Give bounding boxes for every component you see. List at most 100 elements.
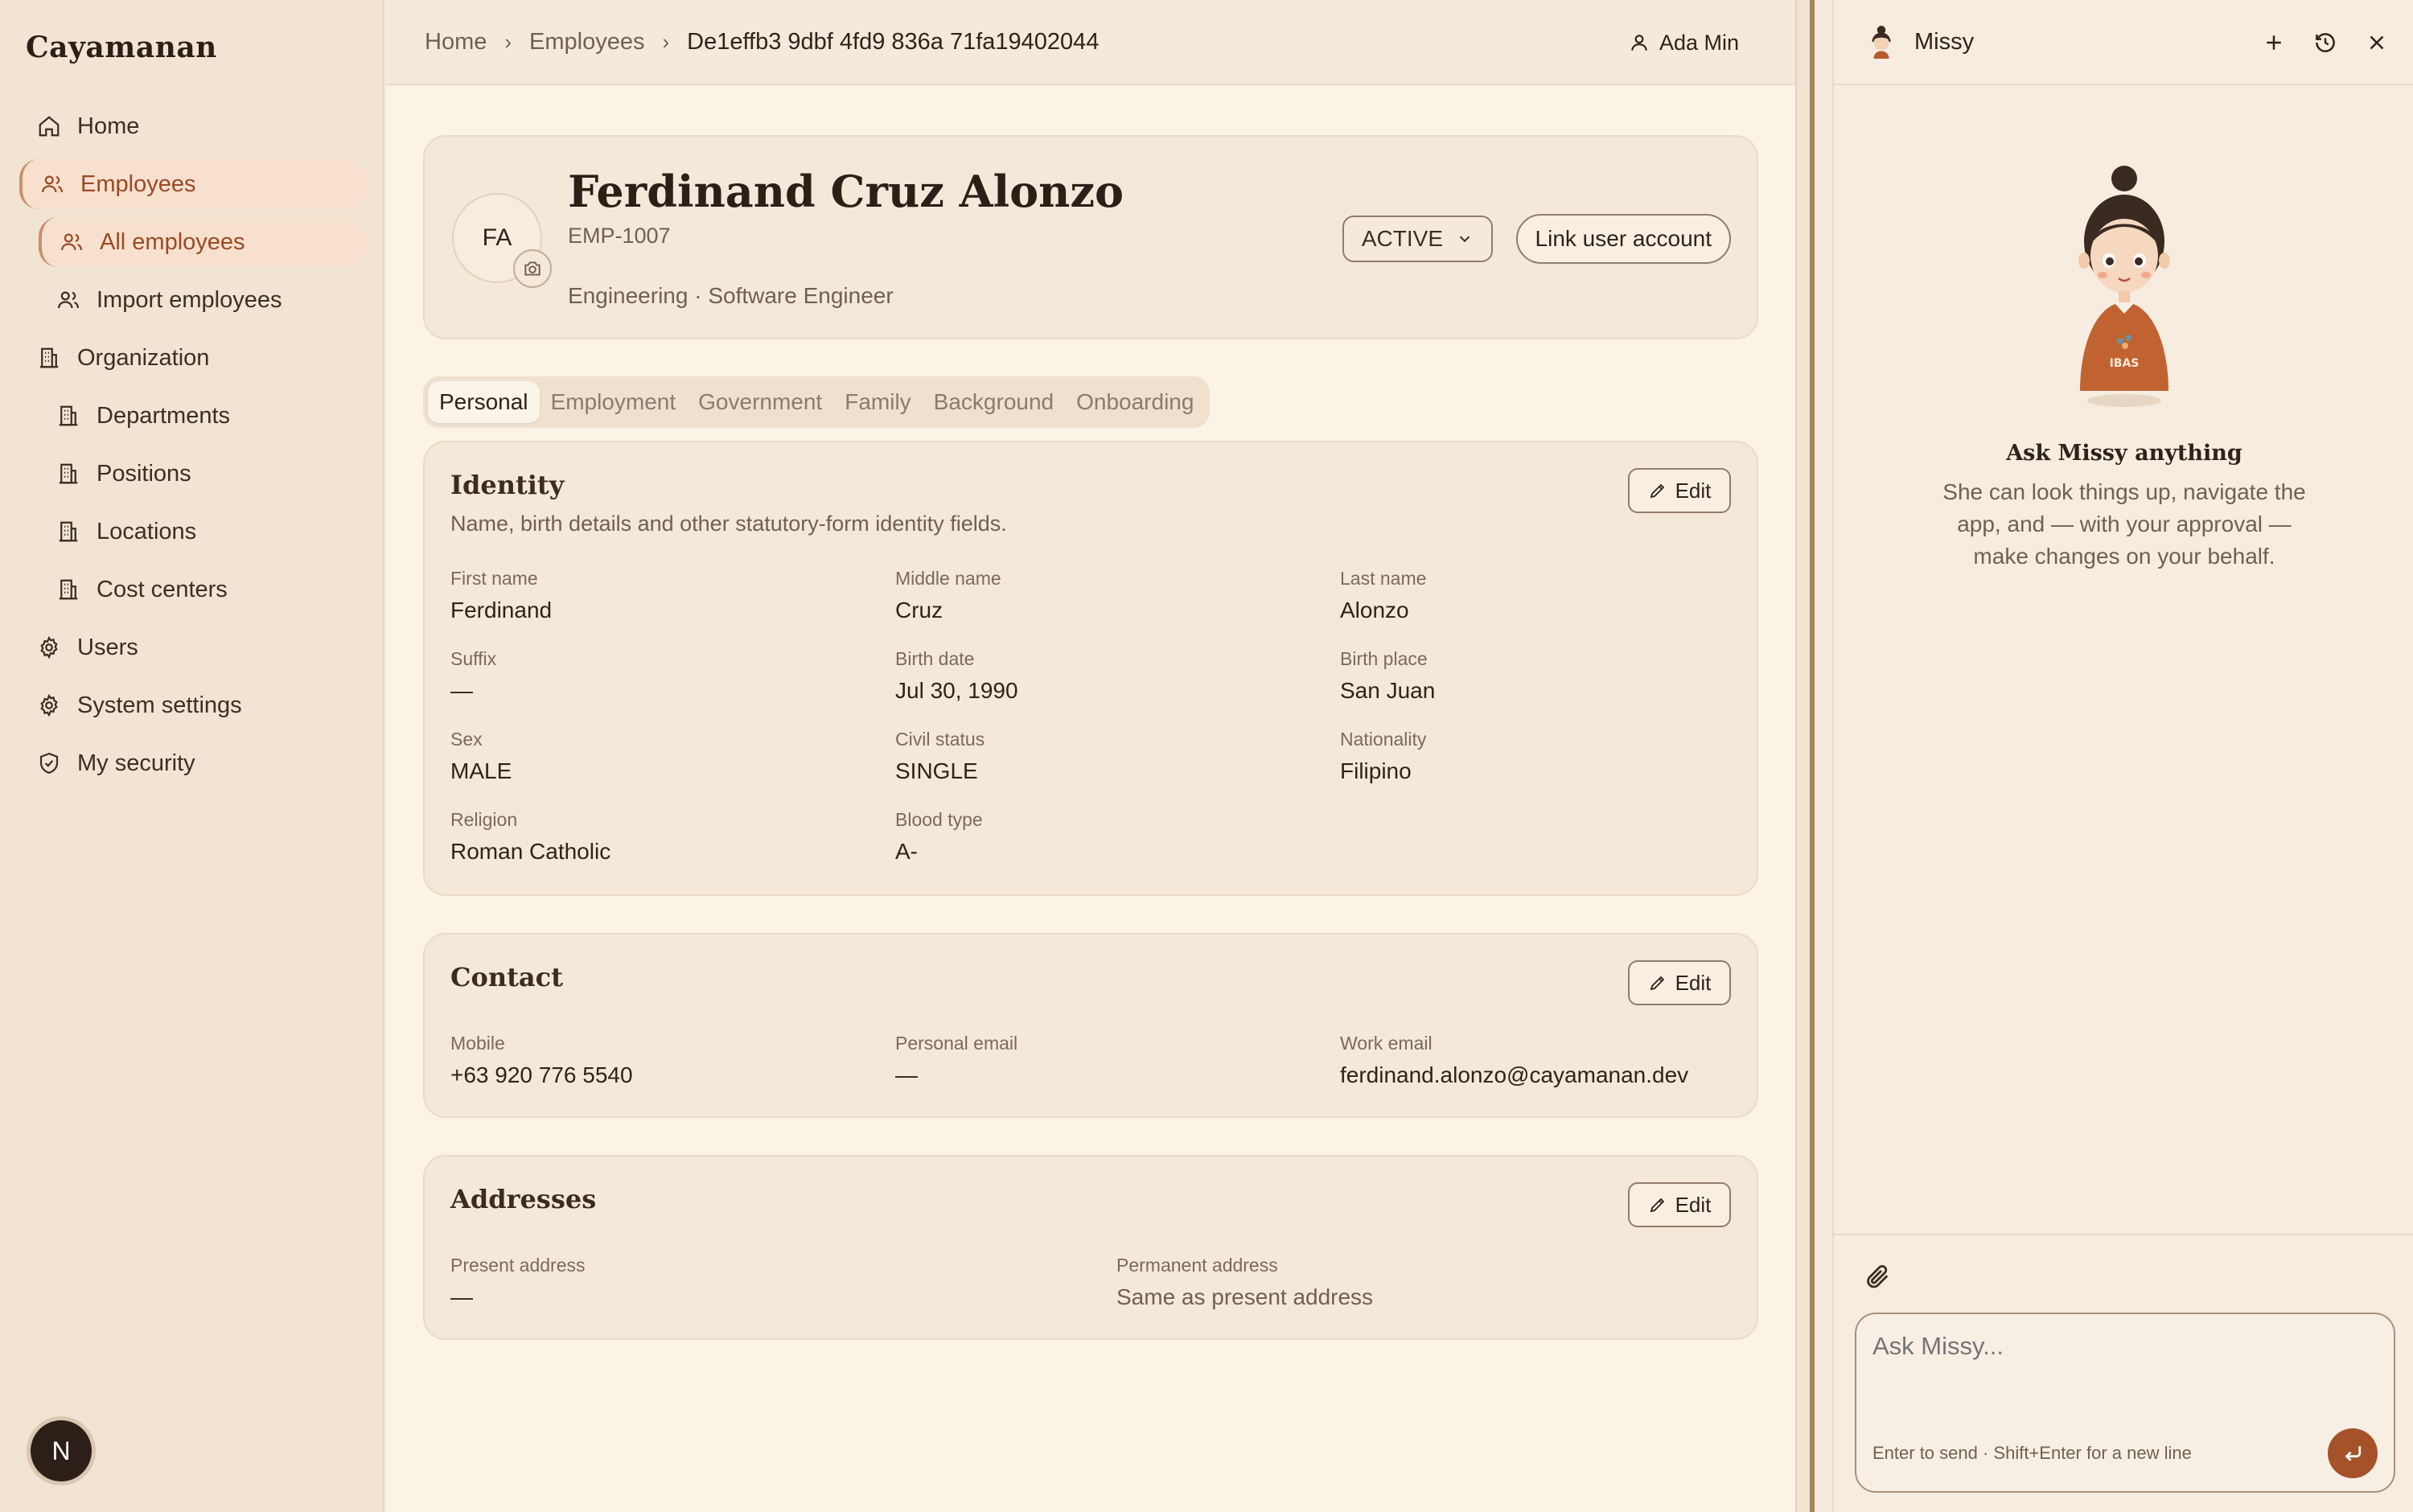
building-icon [56, 404, 80, 428]
addresses-section: Addresses Edit Present address — Permanen… [423, 1155, 1758, 1340]
building-icon [56, 462, 80, 486]
dev-badge-button[interactable]: N [31, 1420, 92, 1481]
gear-icon [37, 635, 61, 659]
sidebar-item-employees[interactable]: Employees [19, 159, 365, 209]
tab-personal[interactable]: Personal [428, 381, 540, 423]
sidebar-item-positions[interactable]: Positions [19, 449, 365, 499]
breadcrumb-employees[interactable]: Employees [529, 29, 644, 55]
field-value: Jul 30, 1990 [895, 678, 1018, 703]
assistant-panel: Missy IBAS Ask Missy anything She can lo… [1832, 0, 2413, 1512]
sidebar-item-label: Positions [97, 460, 191, 487]
edit-label: Edit [1675, 970, 1712, 995]
sidebar-item-my-security[interactable]: My security [19, 738, 365, 788]
tab-employment[interactable]: Employment [540, 381, 688, 423]
field-label: Present address [450, 1255, 586, 1276]
contact-section: Contact Edit Mobile +63 920 776 5540 Pers… [423, 933, 1758, 1118]
sidebar-item-users[interactable]: Users [19, 622, 365, 672]
resize-bar [1810, 0, 1815, 1512]
field-birth-date: Birth date Jul 30, 1990 [895, 648, 1018, 704]
sidebar-item-cost-centers[interactable]: Cost centers [19, 565, 365, 614]
sidebar-item-label: Import employees [97, 286, 282, 313]
sidebar-item-home[interactable]: Home [19, 101, 365, 151]
field-value: San Juan [1340, 678, 1436, 703]
tab-background[interactable]: Background [923, 381, 1065, 423]
users-icon [40, 172, 64, 196]
field-value: +63 920 776 5540 [450, 1062, 633, 1087]
field-label: Suffix [450, 648, 497, 669]
field-label: Sex [450, 729, 483, 750]
employee-header-card: FA Ferdinand Cruz Alonzo EMP-1007 Engine… [423, 135, 1758, 339]
sidebar-item-organization[interactable]: Organization [19, 333, 365, 383]
assistant-subtext: She can look things up, navigate the app… [1942, 479, 2306, 569]
field-present-address: Present address — [450, 1255, 585, 1310]
edit-contact-button[interactable]: Edit [1628, 960, 1731, 1005]
brand-logo[interactable]: Cayamanan [26, 31, 217, 64]
sidebar-item-label: System settings [77, 692, 242, 718]
section-title: Contact [450, 962, 563, 992]
user-icon [1631, 35, 1647, 51]
field-work-email: Work email ferdinand.alonzo@cayamanan.dev [1340, 1033, 1688, 1088]
users-icon [60, 230, 84, 254]
sidebar-item-locations[interactable]: Locations [19, 507, 365, 557]
chat-hint: Enter to send · Shift+Enter for a new li… [1872, 1443, 2192, 1463]
panel-resize-handle[interactable] [1795, 0, 1815, 1512]
tab-onboarding[interactable]: Onboarding [1065, 381, 1205, 423]
field-value: Alonzo [1340, 598, 1409, 622]
missy-mascot-illustration: IBAS [2078, 166, 2170, 407]
sidebar: Cayamanan Home Employees All employees I… [0, 0, 384, 1512]
field-label: Religion [450, 809, 518, 830]
paperclip-icon[interactable] [1864, 1263, 1892, 1290]
sidebar-item-departments[interactable]: Departments [19, 391, 365, 441]
field-label: Civil status [895, 729, 985, 750]
field-label: Birth place [1340, 648, 1428, 669]
field-label: Blood type [895, 809, 983, 830]
shield-icon [37, 751, 61, 775]
send-button[interactable] [2328, 1428, 2378, 1478]
change-photo-button[interactable] [513, 249, 552, 288]
field-personal-email: Personal email — [895, 1033, 1017, 1088]
pencil-icon [1650, 1198, 1664, 1213]
chevron-right-icon: › [504, 29, 512, 54]
user-menu[interactable]: Ada Min [1629, 0, 1739, 85]
edit-addresses-button[interactable]: Edit [1628, 1182, 1731, 1227]
status-select[interactable]: ACTIVE [1342, 216, 1493, 262]
enter-icon [2345, 1446, 2362, 1461]
field-value: Filipino [1340, 758, 1412, 783]
field-mobile: Mobile +63 920 776 5540 [450, 1033, 633, 1088]
assistant-header: Missy [1834, 0, 2413, 85]
sidebar-item-import-employees[interactable]: Import employees [19, 275, 365, 325]
sidebar-item-label: Employees [80, 171, 196, 197]
building-icon [37, 346, 61, 370]
tab-government[interactable]: Government [687, 381, 833, 423]
link-user-account-button[interactable]: Link user account [1515, 214, 1731, 264]
camera-icon [524, 261, 541, 276]
tab-family[interactable]: Family [833, 381, 922, 423]
section-title: Addresses [450, 1184, 597, 1214]
field-last-name: Last name Alonzo [1340, 568, 1426, 623]
sidebar-item-system-settings[interactable]: System settings [19, 680, 365, 730]
chat-input[interactable] [1872, 1332, 2371, 1361]
sidebar-item-label: Locations [97, 518, 197, 544]
home-icon [37, 114, 61, 138]
plus-icon[interactable] [2262, 31, 2286, 55]
field-label: Permanent address [1116, 1255, 1278, 1276]
field-first-name: First name Ferdinand [450, 568, 552, 623]
status-value: ACTIVE [1361, 226, 1443, 251]
topbar: Home › Employees › De1effb3 9dbf 4fd9 83… [386, 0, 1795, 85]
assistant-title: Missy [1914, 28, 1975, 55]
sidebar-item-label: Organization [77, 344, 210, 371]
main-content: Home › Employees › De1effb3 9dbf 4fd9 83… [386, 0, 1795, 1512]
sidebar-item-label: My security [77, 750, 195, 776]
edit-identity-button[interactable]: Edit [1628, 468, 1731, 513]
field-value: ferdinand.alonzo@cayamanan.dev [1340, 1062, 1689, 1087]
breadcrumb-home[interactable]: Home [425, 29, 487, 55]
employee-role: Engineering · Software Engineer [568, 283, 894, 308]
sidebar-item-all-employees[interactable]: All employees [39, 217, 365, 267]
field-label: Last name [1340, 568, 1427, 589]
sidebar-nav: Home Employees All employees Import empl… [19, 101, 365, 796]
identity-section: Identity Name, birth details and other s… [423, 441, 1758, 896]
field-value: — [450, 1284, 473, 1309]
history-icon[interactable] [2313, 31, 2337, 55]
field-label: Personal email [895, 1033, 1018, 1054]
close-icon[interactable] [2365, 31, 2389, 55]
